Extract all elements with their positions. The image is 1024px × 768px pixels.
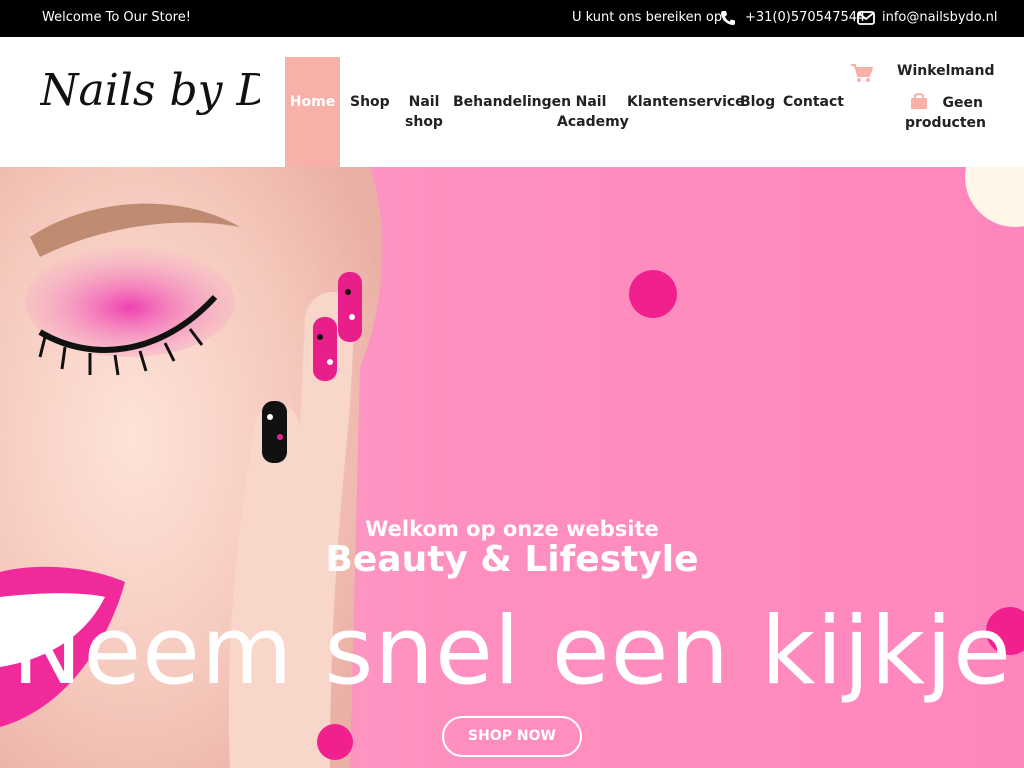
hero-subtitle: Beauty & Lifestyle xyxy=(325,539,699,580)
nav-nail-shop-line2: shop xyxy=(405,114,443,130)
nav-nail-shop-line1: Nail xyxy=(408,94,440,110)
contact-label: U kunt ons bereiken op: xyxy=(572,10,727,25)
nav-nail-academy-line2: Academy xyxy=(557,114,629,130)
shopping-cart-icon[interactable] xyxy=(851,63,873,83)
welcome-text: Welcome To Our Store! xyxy=(42,10,191,25)
nav-behandelingen[interactable]: Behandelingen xyxy=(453,92,571,112)
hero-banner: Welkom op onze website Beauty & Lifestyl… xyxy=(0,167,1024,768)
envelope-icon xyxy=(857,11,875,25)
site-header: Nails by Do Home Shop Nail shop Behandel… xyxy=(0,37,1024,167)
cart-empty-line2: producten xyxy=(905,115,986,131)
nav-nail-academy[interactable]: Nail Academy xyxy=(557,92,629,132)
nav-nail-academy-line1: Nail xyxy=(575,94,607,110)
svg-text:Nails by Do: Nails by Do xyxy=(40,65,260,116)
nav-shop[interactable]: Shop xyxy=(350,92,390,112)
nav-home[interactable]: Home xyxy=(285,57,340,167)
logo[interactable]: Nails by Do xyxy=(39,57,298,137)
nav-nail-shop[interactable]: Nail shop xyxy=(404,92,444,132)
hero-headline: Neem snel een kijkje xyxy=(12,597,1012,706)
nav-contact[interactable]: Contact xyxy=(783,92,844,112)
cart-label[interactable]: Winkelmand xyxy=(897,63,994,79)
phone-icon xyxy=(721,11,735,25)
nav-blog[interactable]: Blog xyxy=(740,92,775,112)
hero-welcome: Welkom op onze website xyxy=(365,517,659,541)
nav-klantenservice[interactable]: Klantenservice xyxy=(627,92,745,112)
phone-link[interactable]: +31(0)570547544 xyxy=(745,10,865,25)
cart-empty-line1: Geen xyxy=(942,95,983,111)
logo-graphic: Nails by Do xyxy=(39,65,298,116)
top-bar: Welcome To Our Store! U kunt ons bereike… xyxy=(0,0,1024,37)
shop-now-button[interactable]: SHOP NOW xyxy=(442,716,582,757)
email-link[interactable]: info@nailsbydo.nl xyxy=(882,10,998,25)
cart-empty-text: Geen producten xyxy=(905,93,986,133)
